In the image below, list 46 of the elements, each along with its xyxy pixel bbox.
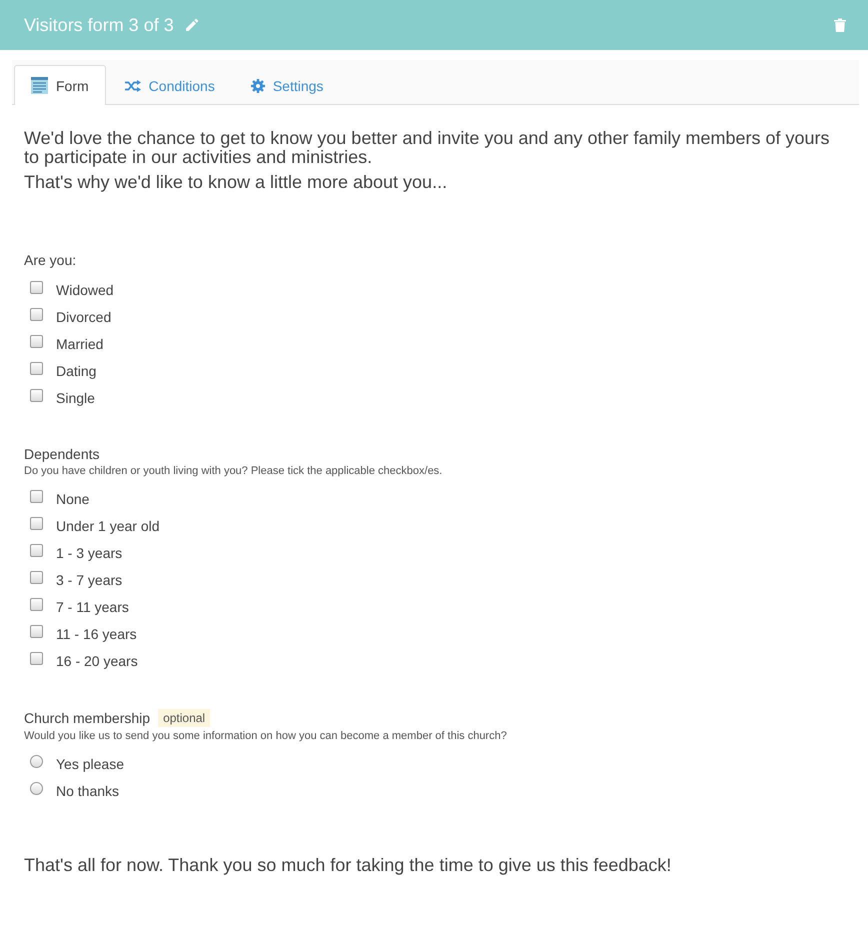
option-label: Widowed — [56, 282, 114, 298]
help-text: Would you like us to send you some information on how you can become a member of this church? — [24, 730, 508, 742]
tab[interactable]: Settings — [234, 65, 340, 105]
help-text: Do you have children or youth living with you? Please tick the applicable checkbox/es. — [24, 465, 444, 477]
option-label: 11 - 16 years — [56, 626, 137, 642]
option-label: Married — [56, 336, 104, 352]
option-label: Yes please — [56, 756, 124, 772]
option-label: 3 - 7 years — [56, 572, 122, 588]
checkbox[interactable] — [30, 362, 43, 375]
question-label: Church membership — [24, 710, 150, 726]
option-label: Dating — [56, 362, 96, 378]
closing-text: That's all for now. Thank you so much for taking the time to give us this feedback! — [24, 855, 672, 876]
checkbox[interactable] — [30, 308, 43, 321]
form-icon — [31, 77, 48, 94]
edit-icon[interactable] — [184, 18, 199, 32]
option-label: 16 - 20 years — [56, 652, 138, 668]
checkbox[interactable] — [30, 517, 43, 530]
tab[interactable]: Conditions — [108, 65, 232, 105]
tab[interactable]: Form — [14, 65, 106, 105]
option-label: Single — [56, 390, 95, 406]
checkbox[interactable] — [30, 625, 43, 638]
intro-text: That's why we'd like to know a little more about you... — [24, 173, 448, 192]
form-title: Visitors form 3 of 3 — [24, 14, 174, 36]
option-label: 7 - 11 years — [56, 598, 129, 614]
shuffle-icon — [124, 80, 141, 92]
radio-button[interactable] — [30, 755, 43, 768]
checkbox[interactable] — [30, 335, 43, 348]
option-label: No thanks — [56, 782, 120, 798]
checkbox[interactable] — [30, 652, 43, 665]
settings-icon — [250, 78, 265, 92]
checkbox[interactable] — [30, 571, 43, 584]
optional-badge: optional — [158, 709, 210, 727]
option-label: None — [56, 490, 90, 506]
option-label: Divorced — [56, 308, 112, 324]
checkbox[interactable] — [30, 490, 43, 503]
delete-icon[interactable] — [834, 18, 846, 32]
radio-button[interactable] — [30, 782, 43, 795]
question-label: Dependents — [24, 446, 100, 462]
checkbox[interactable] — [30, 389, 43, 402]
checkbox[interactable] — [30, 281, 43, 294]
option-label: 1 - 3 years — [56, 544, 122, 560]
option-label: Under 1 year old — [56, 518, 160, 534]
checkbox[interactable] — [30, 598, 43, 611]
checkbox[interactable] — [30, 544, 43, 557]
intro-text: We'd love the chance to get to know you better and invite you and any other family members of yours to participate in our activities and ministries. — [24, 129, 831, 167]
question-label: Are you: — [24, 252, 76, 268]
